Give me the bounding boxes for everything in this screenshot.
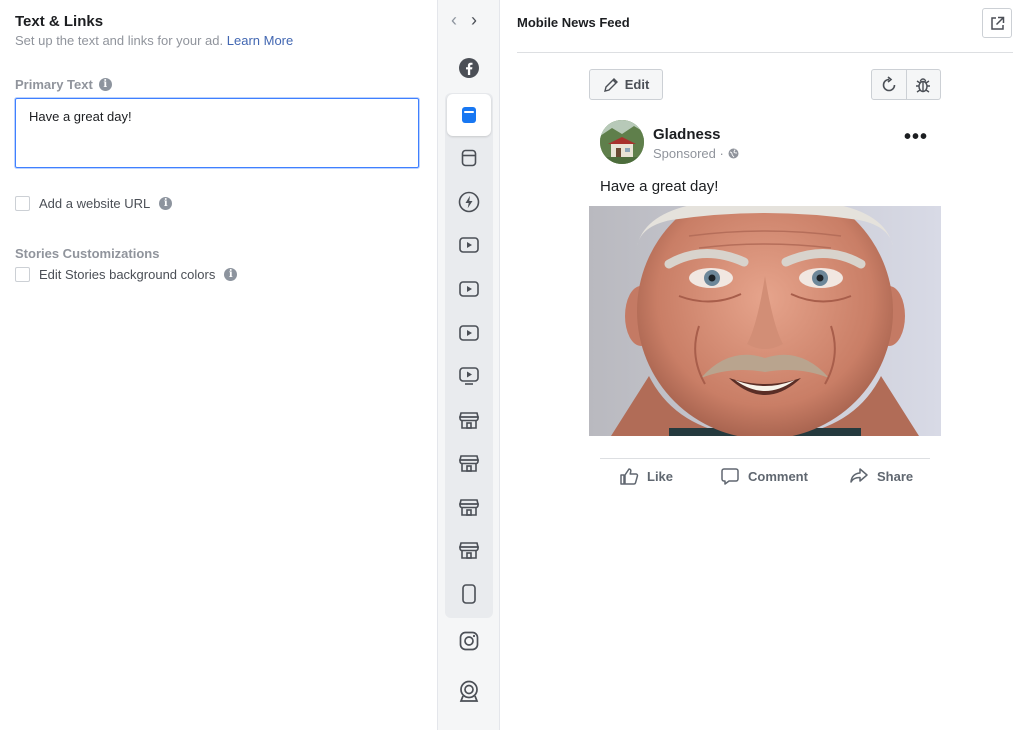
video-icon[interactable]	[456, 232, 482, 258]
section-title: Text & Links	[15, 13, 104, 30]
placement-nav: ‹ ›	[451, 10, 477, 31]
primary-text-label: Primary Text i	[15, 77, 112, 92]
comment-icon	[721, 468, 739, 485]
stories-customizations-title: Stories Customizations	[15, 246, 160, 261]
video-icon[interactable]	[456, 320, 482, 346]
like-label: Like	[647, 468, 674, 484]
instagram-icon[interactable]	[456, 628, 482, 654]
stories-bg-checkbox[interactable]	[15, 267, 30, 282]
sponsored-text: Sponsored ·	[653, 146, 724, 161]
section-subtitle-text: Set up the text and links for your ad.	[15, 33, 224, 48]
video-screen-icon[interactable]	[456, 363, 482, 389]
action-divider	[600, 458, 930, 459]
post-text: Have a great day!	[600, 178, 719, 195]
like-button[interactable]: Like	[619, 466, 673, 486]
bug-report-button[interactable]	[905, 70, 941, 99]
preview-divider	[517, 52, 1013, 53]
facebook-icon[interactable]	[456, 55, 482, 81]
sponsored-label: Sponsored ·	[653, 146, 739, 161]
globe-icon	[728, 148, 739, 159]
stories-bg-label: Edit Stories background colors	[39, 267, 216, 282]
comment-label: Comment	[748, 468, 808, 484]
ad-image	[589, 206, 941, 436]
marketplace-icon[interactable]	[456, 450, 482, 476]
share-button[interactable]: Share	[849, 466, 913, 486]
refresh-icon	[882, 75, 896, 91]
chevron-left-icon[interactable]: ‹	[451, 10, 457, 31]
info-icon[interactable]: i	[224, 268, 238, 281]
bug-icon	[916, 77, 931, 93]
comment-button[interactable]: Comment	[720, 466, 808, 486]
info-icon[interactable]: i	[98, 78, 112, 91]
info-icon[interactable]: i	[159, 197, 173, 210]
lightning-icon[interactable]	[456, 189, 482, 215]
thumbs-up-icon	[620, 468, 639, 485]
learn-more-link[interactable]: Learn More	[227, 33, 293, 48]
add-url-row[interactable]: Add a website URL i	[15, 196, 173, 211]
external-link-icon	[990, 16, 1004, 30]
placement-strip: ‹ ›	[437, 0, 500, 730]
more-options-icon[interactable]: •••	[904, 126, 928, 149]
preview-title: Mobile News Feed	[517, 15, 630, 30]
feed-icon[interactable]	[447, 94, 491, 136]
open-external-button[interactable]	[982, 8, 1012, 38]
edit-button-label: Edit	[624, 77, 650, 92]
primary-text-input[interactable]: Have a great day!	[15, 98, 419, 168]
stories-bg-row[interactable]: Edit Stories background colors i	[15, 267, 238, 282]
preview-tools	[871, 69, 941, 100]
pencil-icon	[603, 77, 618, 92]
video-icon[interactable]	[456, 276, 482, 302]
marketplace-icon[interactable]	[456, 407, 482, 433]
avatar[interactable]	[600, 120, 644, 164]
section-subtitle: Set up the text and links for your ad. L…	[15, 33, 293, 48]
refresh-button[interactable]	[872, 70, 906, 99]
marketplace-icon[interactable]	[456, 494, 482, 520]
add-url-checkbox[interactable]	[15, 196, 30, 211]
primary-text-label-text: Primary Text	[15, 77, 93, 92]
share-label: Share	[877, 468, 914, 484]
edit-button[interactable]: Edit	[589, 69, 663, 100]
text-links-panel: Text & Links Set up the text and links f…	[0, 0, 437, 730]
messenger-icon[interactable]	[456, 678, 482, 704]
marketplace-icon[interactable]	[456, 537, 482, 563]
feed-outline-icon[interactable]	[456, 145, 482, 171]
chevron-right-icon[interactable]: ›	[471, 10, 477, 31]
add-url-label: Add a website URL	[39, 196, 151, 211]
share-icon	[850, 468, 868, 483]
page-name[interactable]: Gladness	[653, 126, 721, 143]
phone-icon[interactable]	[456, 581, 482, 607]
